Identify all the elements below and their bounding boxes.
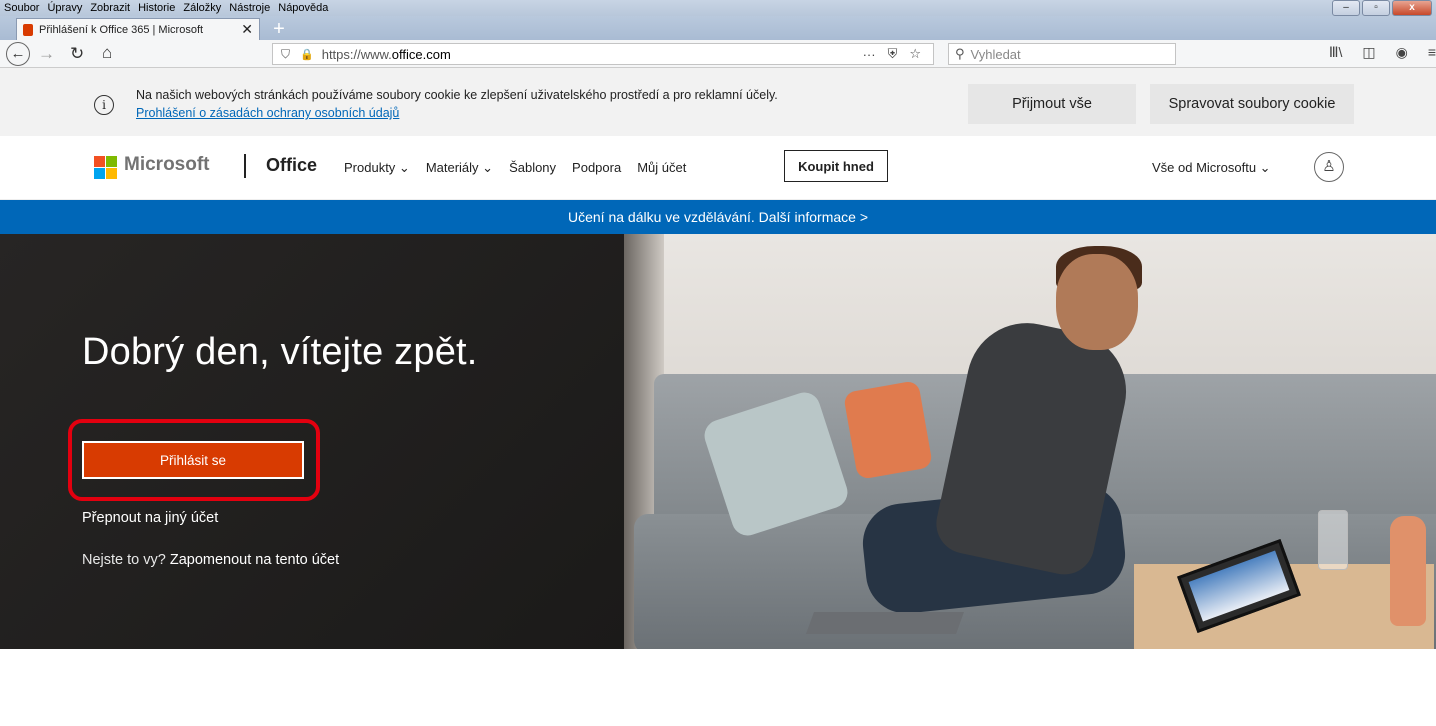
shield-icon[interactable]: ⛉ bbox=[281, 47, 290, 62]
tab-bar: Přihlášení k Office 365 | Microsoft ✕ + bbox=[0, 16, 1436, 40]
menu-nastroje[interactable]: Nástroje bbox=[229, 2, 270, 14]
pocket-icon[interactable]: ⛨ bbox=[888, 46, 898, 62]
library-icon[interactable]: Ⅲ\ bbox=[1329, 44, 1343, 61]
not-you-text: Nejste to vy? bbox=[82, 552, 166, 568]
menu-bar: Soubor Úpravy Zobrazit Historie Záložky … bbox=[0, 0, 1436, 16]
hero-photo bbox=[624, 234, 1436, 649]
nav-podpora[interactable]: Podpora bbox=[572, 160, 621, 176]
address-bar[interactable]: ⛉ 🔒 https://www.office.com ··· ⛨ ☆ bbox=[272, 43, 934, 65]
all-microsoft-menu[interactable]: Vše od Microsoftu ⌄ bbox=[1152, 160, 1271, 176]
site-header: Microsoft Office Produkty ⌄ Materiály ⌄ … bbox=[0, 136, 1436, 200]
nav-muj-ucet[interactable]: Můj účet bbox=[637, 160, 686, 176]
menu-historie[interactable]: Historie bbox=[138, 2, 175, 14]
reload-button[interactable]: ↻ bbox=[70, 44, 84, 64]
menu-zalozky[interactable]: Záložky bbox=[183, 2, 221, 14]
office-favicon-icon bbox=[23, 23, 33, 36]
new-tab-button[interactable]: + bbox=[268, 19, 290, 40]
switch-account-link[interactable]: Přepnout na jiný účet bbox=[82, 510, 218, 526]
buy-now-button[interactable]: Koupit hned bbox=[784, 150, 888, 182]
remote-learning-banner[interactable]: Učení na dálku ve vzdělávání. Další info… bbox=[0, 200, 1436, 234]
bookmark-star-icon[interactable]: ☆ bbox=[909, 46, 921, 62]
forget-account-link[interactable]: Zapomenout na tento účet bbox=[170, 552, 339, 568]
forward-button[interactable]: → bbox=[38, 44, 55, 64]
menu-soubor[interactable]: Soubor bbox=[4, 2, 39, 14]
menu-zobrazit[interactable]: Zobrazit bbox=[90, 2, 130, 14]
header-nav: Produkty ⌄ Materiály ⌄ Šablony Podpora M… bbox=[344, 160, 702, 176]
nav-materialy[interactable]: Materiály ⌄ bbox=[426, 160, 493, 176]
back-button[interactable]: ← bbox=[6, 42, 30, 66]
search-input[interactable]: ⚲ Vyhledat bbox=[948, 43, 1176, 65]
sign-in-button[interactable]: Přihlásit se bbox=[82, 441, 304, 479]
cookie-banner: i Na našich webových stránkách používáme… bbox=[0, 68, 1436, 136]
window-controls: – ▫ x bbox=[1332, 0, 1432, 16]
accept-cookies-button[interactable]: Přijmout vše bbox=[968, 84, 1136, 124]
user-avatar-icon[interactable]: ♙ bbox=[1314, 152, 1344, 182]
close-tab-icon[interactable]: ✕ bbox=[241, 21, 253, 38]
privacy-link[interactable]: Prohlášení o zásadách ochrany osobních ú… bbox=[136, 106, 399, 120]
account-icon[interactable]: ◉ bbox=[1396, 44, 1408, 61]
manage-cookies-button[interactable]: Spravovat soubory cookie bbox=[1150, 84, 1354, 124]
office-brand-link[interactable]: Office bbox=[266, 155, 317, 176]
menu-napoveda[interactable]: Nápověda bbox=[278, 2, 328, 14]
minimize-button[interactable]: – bbox=[1332, 0, 1360, 16]
header-divider bbox=[244, 154, 246, 178]
hero-section: Dobrý den, vítejte zpět. Přihlásit se Př… bbox=[0, 234, 1436, 649]
cookie-text: Na našich webových stránkách používáme s… bbox=[136, 88, 778, 102]
close-window-button[interactable]: x bbox=[1392, 0, 1432, 16]
microsoft-logo-icon[interactable] bbox=[94, 156, 117, 179]
page-actions-icon[interactable]: ··· bbox=[863, 47, 876, 62]
hamburger-menu-icon[interactable]: ≡ bbox=[1428, 44, 1436, 61]
toolbar-right: Ⅲ\ ◫ ◉ ≡ bbox=[1329, 44, 1436, 61]
sidebar-icon[interactable]: ◫ bbox=[1362, 44, 1375, 61]
url-text[interactable]: https://www.office.com bbox=[322, 47, 863, 62]
search-icon: ⚲ bbox=[955, 46, 965, 61]
microsoft-wordmark[interactable]: Microsoft bbox=[124, 154, 210, 176]
lock-icon[interactable]: 🔒 bbox=[300, 48, 314, 61]
nav-sablony[interactable]: Šablony bbox=[509, 160, 556, 176]
home-button[interactable]: ⌂ bbox=[102, 43, 112, 63]
tab-office-login[interactable]: Přihlášení k Office 365 | Microsoft ✕ bbox=[16, 18, 260, 40]
info-icon: i bbox=[94, 95, 114, 115]
tab-title: Přihlášení k Office 365 | Microsoft bbox=[39, 23, 204, 36]
maximize-button[interactable]: ▫ bbox=[1362, 0, 1390, 16]
forget-account-row: Nejste to vy? Zapomenout na tento účet bbox=[82, 552, 339, 568]
navigation-toolbar: ← → ↻ ⌂ ⛉ 🔒 https://www.office.com ··· ⛨… bbox=[0, 40, 1436, 68]
search-placeholder: Vyhledat bbox=[970, 46, 1021, 62]
welcome-heading: Dobrý den, vítejte zpět. bbox=[82, 331, 478, 373]
menu-upravy[interactable]: Úpravy bbox=[47, 2, 82, 14]
nav-produkty[interactable]: Produkty ⌄ bbox=[344, 160, 410, 176]
